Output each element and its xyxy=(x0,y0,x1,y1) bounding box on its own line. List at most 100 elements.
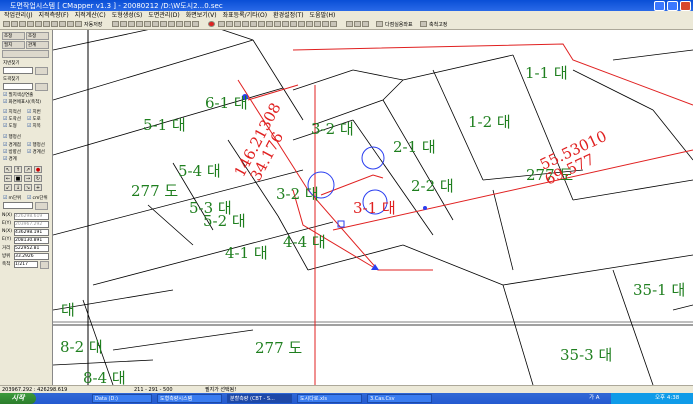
arrow-up-icon[interactable]: ↑ xyxy=(14,166,22,173)
relation-button[interactable]: 관계 xyxy=(26,41,49,49)
arrow-down-right-icon[interactable]: ↘ xyxy=(24,184,32,191)
adjust-button-1[interactable]: 조정 xyxy=(2,32,25,40)
select-icon[interactable] xyxy=(112,21,119,27)
cut-icon[interactable] xyxy=(51,21,58,27)
print-icon[interactable] xyxy=(27,21,34,27)
paste-icon[interactable] xyxy=(67,21,74,27)
text-icon[interactable] xyxy=(184,21,191,27)
cm-unit-radio[interactable]: cm단위 xyxy=(27,195,47,201)
menu-item-help[interactable]: 도움말(H) xyxy=(310,11,336,20)
ruler-icon[interactable] xyxy=(354,21,361,27)
maximize-button[interactable] xyxy=(667,1,678,11)
pencil-icon[interactable] xyxy=(346,21,353,27)
admin-line-check[interactable]: 행정선 xyxy=(3,134,20,140)
split-icon[interactable] xyxy=(298,21,305,27)
refresh-icon[interactable] xyxy=(160,21,167,27)
save-icon[interactable] xyxy=(19,21,26,27)
arc-icon[interactable] xyxy=(290,21,297,27)
mirror-icon[interactable] xyxy=(226,21,233,27)
sheet-search-button[interactable] xyxy=(35,83,48,91)
new-file-icon[interactable] xyxy=(3,21,10,27)
boundary-check[interactable]: 경계 xyxy=(3,156,16,162)
grid-icon[interactable] xyxy=(362,21,369,27)
task-survey-system[interactable]: 도형측량시스템 xyxy=(157,394,222,403)
unit-value-input[interactable] xyxy=(3,202,33,209)
boundary-point-check[interactable]: 경계점 xyxy=(3,142,20,148)
move-icon[interactable] xyxy=(234,21,241,27)
screen-display-check[interactable]: 화면에표시(축척) xyxy=(3,99,41,105)
close-button[interactable] xyxy=(680,1,691,11)
arrow-up-left-icon[interactable]: ↖ xyxy=(4,166,12,173)
menu-item-shape[interactable]: 도형생성(S) xyxy=(112,11,143,20)
menu-item-survey[interactable]: 지적측량(F) xyxy=(39,11,69,20)
parcel-color-check[interactable]: 필지색상연출 xyxy=(3,92,33,98)
boundary-line-check[interactable]: 경계선 xyxy=(27,149,44,155)
language-indicator[interactable]: 가 A xyxy=(589,393,600,404)
tool-row[interactable] xyxy=(2,50,49,58)
map-canvas[interactable]: 1-1 대 6-1 대 1-2 대 5-1 대 3-2 대 2-1 대 5-4 … xyxy=(53,30,693,385)
auto-save-checkbox[interactable] xyxy=(75,21,82,27)
trim-icon[interactable] xyxy=(322,21,329,27)
zoom-all-icon[interactable] xyxy=(152,21,159,27)
rotate-icon[interactable] xyxy=(218,21,225,27)
menu-item-drawing[interactable]: 도면관리(D) xyxy=(148,11,179,20)
road-check[interactable]: 도로 xyxy=(27,116,40,122)
area-icon[interactable] xyxy=(176,21,183,27)
zoom-window-icon[interactable] xyxy=(144,21,151,27)
copy-shape-icon[interactable] xyxy=(242,21,249,27)
copy-icon[interactable] xyxy=(59,21,66,27)
menu-item-view[interactable]: 화면보기(V) xyxy=(186,11,217,20)
admin-line-check-2[interactable]: 행정선 xyxy=(27,142,44,148)
task-data-drive[interactable]: Data (D:) xyxy=(92,394,152,403)
parcel-search-input[interactable] xyxy=(3,67,33,74)
parcel-button[interactable]: 필지 xyxy=(2,41,25,49)
delete-icon[interactable] xyxy=(250,21,257,27)
measure-icon[interactable] xyxy=(168,21,175,27)
direction-line-check[interactable]: 방향선 xyxy=(3,149,20,155)
shape-check[interactable]: 도형 xyxy=(3,123,16,129)
meter-unit-radio[interactable]: m단위 xyxy=(3,195,21,201)
circle-icon[interactable] xyxy=(282,21,289,27)
menu-item-calc[interactable]: 지적계산(C) xyxy=(75,11,106,20)
merge-icon[interactable] xyxy=(306,21,313,27)
menu-item-settings[interactable]: 환경설정(T) xyxy=(273,11,303,20)
polyline-icon[interactable] xyxy=(274,21,281,27)
multi-point-checkbox[interactable] xyxy=(376,21,383,27)
sheet-search-input[interactable] xyxy=(3,83,33,90)
layer-icon[interactable] xyxy=(192,21,199,27)
parcel-search-button[interactable] xyxy=(35,67,48,75)
task-csv-file[interactable]: 3.Cas.Csv xyxy=(367,394,432,403)
point-icon[interactable] xyxy=(258,21,265,27)
arrow-down-left-icon[interactable]: ↙ xyxy=(4,184,12,191)
extend-icon[interactable] xyxy=(330,21,337,27)
cadastral-line-check[interactable]: 지적선 xyxy=(3,109,20,115)
sheet-line-check[interactable]: 도곽선 xyxy=(3,116,20,122)
scale-value[interactable]: 1/217 xyxy=(14,261,38,268)
minimize-button[interactable] xyxy=(654,1,665,11)
scale-fix-checkbox[interactable] xyxy=(420,21,427,27)
zoom-out-icon[interactable] xyxy=(136,21,143,27)
line-icon[interactable] xyxy=(266,21,273,27)
start-button[interactable]: 시작 xyxy=(0,393,36,404)
scale-apply-button[interactable] xyxy=(40,261,49,269)
zoom-pad-icon[interactable]: + xyxy=(34,184,42,191)
open-file-icon[interactable] xyxy=(11,21,18,27)
zoom-in-icon[interactable] xyxy=(128,21,135,27)
arrow-right-icon[interactable]: → xyxy=(24,175,32,182)
lot-number-check[interactable]: 지번 xyxy=(27,109,40,115)
menu-item-register[interactable]: 좌표등록/기타(O) xyxy=(223,11,268,20)
arrow-left-icon[interactable]: ← xyxy=(4,175,12,182)
adjust-button-2[interactable]: 조정 xyxy=(26,32,49,40)
redo-icon[interactable] xyxy=(43,21,50,27)
arrow-down-icon[interactable]: ↓ xyxy=(14,184,22,191)
undo-icon[interactable] xyxy=(35,21,42,27)
center-icon[interactable]: ■ xyxy=(14,175,22,182)
unit-apply-button[interactable] xyxy=(35,202,48,210)
land-category-check[interactable]: 지목 xyxy=(27,123,40,129)
task-split-survey[interactable]: 분할측량 (CBT - S... xyxy=(227,394,292,403)
stop-red-icon[interactable]: ● xyxy=(34,166,42,173)
task-excel-file[interactable]: 도시다로.xls xyxy=(297,394,362,403)
menu-item-job[interactable]: 작업관리(J) xyxy=(4,11,33,20)
stop-icon[interactable] xyxy=(208,21,215,27)
arrow-up-right-icon[interactable]: ↗ xyxy=(24,166,32,173)
